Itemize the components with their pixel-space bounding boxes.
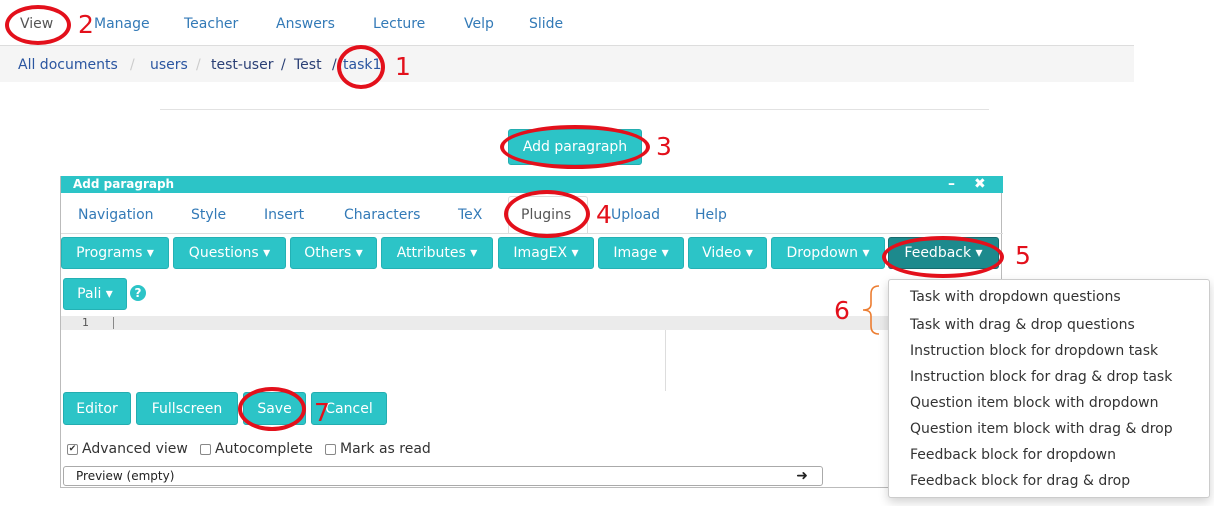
- breadcrumb-separator: /: [130, 57, 135, 73]
- tab-tex[interactable]: TeX: [458, 207, 482, 223]
- help-icon[interactable]: ?: [130, 285, 146, 301]
- annotation-number-7: 7: [314, 398, 330, 427]
- mark-as-read-checkbox[interactable]: Mark as read: [325, 441, 431, 457]
- imagex-dropdown[interactable]: ImagEX ▾: [498, 237, 594, 269]
- autocomplete-checkbox[interactable]: Autocomplete: [200, 441, 313, 457]
- caret-down-icon: ▾: [862, 245, 870, 261]
- dropdown-dropdown[interactable]: Dropdown ▾: [771, 237, 885, 269]
- annotation-number-5: 5: [1015, 241, 1031, 270]
- annotation-ring-view: [5, 5, 71, 45]
- feedback-menu: Task with dropdown questions Task with d…: [888, 279, 1210, 498]
- breadcrumb-test[interactable]: Test: [294, 57, 322, 73]
- tab-manage[interactable]: Manage: [94, 16, 150, 32]
- caret-down-icon: ▾: [146, 245, 154, 261]
- menu-item[interactable]: Instruction block for drag & drop task: [910, 369, 1172, 385]
- dropdown-label: ImagEX: [513, 245, 568, 261]
- menu-item[interactable]: Question item block with dropdown: [910, 395, 1158, 411]
- caret-down-icon: ▾: [745, 245, 753, 261]
- annotation-number-3: 3: [656, 132, 672, 161]
- dropdown-label: Attributes: [396, 245, 466, 261]
- questions-dropdown[interactable]: Questions ▾: [173, 237, 286, 269]
- checkbox-label: Mark as read: [340, 441, 431, 457]
- programs-dropdown[interactable]: Programs ▾: [61, 237, 169, 269]
- caret-down-icon: ▾: [355, 245, 363, 261]
- attributes-dropdown[interactable]: Attributes ▾: [381, 237, 493, 269]
- checkbox-icon: [200, 443, 211, 455]
- caret-down-icon: ▾: [263, 245, 271, 261]
- pali-dropdown[interactable]: Pali ▾: [63, 278, 127, 310]
- tab-answers[interactable]: Answers: [276, 16, 335, 32]
- preview-bar[interactable]: Preview (empty) ➜: [63, 466, 823, 486]
- minimize-icon[interactable]: –: [948, 176, 955, 193]
- brace-icon: [862, 285, 880, 335]
- dropdown-label: Pali: [77, 286, 102, 302]
- divider: [160, 109, 989, 110]
- caret-down-icon: ▾: [571, 245, 579, 261]
- dropdown-label: Others: [304, 245, 352, 261]
- breadcrumb: All documents / users / test-user / Test…: [0, 46, 1134, 82]
- menu-item[interactable]: Task with drag & drop questions: [910, 317, 1135, 333]
- breadcrumb-separator: /: [196, 57, 201, 73]
- dropdown-label: Video: [702, 245, 742, 261]
- tab-upload[interactable]: Upload: [611, 207, 660, 223]
- checkbox-label: Advanced view: [82, 441, 188, 457]
- tab-slide[interactable]: Slide: [529, 16, 563, 32]
- breadcrumb-test-user[interactable]: test-user: [211, 57, 273, 73]
- caret-down-icon: ▾: [105, 286, 113, 302]
- menu-item[interactable]: Instruction block for dropdown task: [910, 343, 1158, 359]
- tab-help[interactable]: Help: [695, 207, 727, 223]
- line-number: 1: [82, 316, 89, 329]
- text-cursor: [113, 317, 114, 329]
- annotation-number-2: 2: [78, 10, 94, 39]
- checkbox-icon: [325, 443, 336, 455]
- tab-style[interactable]: Style: [191, 207, 226, 223]
- dropdown-label: Questions: [188, 245, 259, 261]
- annotation-ring-plugins: [504, 190, 590, 238]
- arrow-right-icon[interactable]: ➜: [796, 467, 808, 485]
- tab-characters[interactable]: Characters: [344, 207, 420, 223]
- tab-velp[interactable]: Velp: [464, 16, 494, 32]
- fullscreen-button[interactable]: Fullscreen: [136, 392, 238, 425]
- breadcrumb-separator: /: [332, 57, 337, 73]
- menu-item[interactable]: Feedback block for drag & drop: [910, 473, 1130, 489]
- tab-insert[interactable]: Insert: [264, 207, 304, 223]
- close-icon[interactable]: ✖: [974, 176, 986, 193]
- image-dropdown[interactable]: Image ▾: [598, 237, 684, 269]
- menu-item[interactable]: Question item block with drag & drop: [910, 421, 1173, 437]
- tab-teacher[interactable]: Teacher: [184, 16, 238, 32]
- tab-lecture[interactable]: Lecture: [373, 16, 425, 32]
- checkbox-label: Autocomplete: [215, 441, 313, 457]
- breadcrumb-users[interactable]: users: [150, 57, 188, 73]
- dropdown-label: Image: [613, 245, 658, 261]
- annotation-ring-feedback: [882, 236, 1004, 278]
- editor-button[interactable]: Editor: [63, 392, 131, 425]
- breadcrumb-separator: /: [281, 57, 286, 73]
- annotation-number-1: 1: [395, 52, 411, 81]
- tab-navigation[interactable]: Navigation: [78, 207, 154, 223]
- editor-divider: [665, 330, 666, 391]
- dropdown-label: Dropdown: [786, 245, 858, 261]
- annotation-number-6: 6: [834, 296, 850, 325]
- checkmark-icon: ✔: [67, 443, 78, 455]
- video-dropdown[interactable]: Video ▾: [688, 237, 767, 269]
- menu-item[interactable]: Task with dropdown questions: [910, 289, 1121, 305]
- caret-down-icon: ▾: [661, 245, 669, 261]
- menu-item[interactable]: Feedback block for dropdown: [910, 447, 1116, 463]
- top-nav: View Manage Teacher Answers Lecture Velp…: [0, 0, 1134, 46]
- preview-label: Preview (empty): [76, 469, 175, 483]
- caret-down-icon: ▾: [470, 245, 478, 261]
- annotation-ring-task1: [337, 45, 385, 89]
- dropdown-label: Programs: [76, 245, 143, 261]
- others-dropdown[interactable]: Others ▾: [290, 237, 377, 269]
- annotation-ring-add-paragraph: [500, 125, 650, 169]
- annotation-number-4: 4: [596, 200, 612, 229]
- breadcrumb-all-documents[interactable]: All documents: [18, 57, 118, 73]
- advanced-view-checkbox[interactable]: ✔ Advanced view: [67, 441, 188, 457]
- annotation-ring-save: [238, 387, 306, 431]
